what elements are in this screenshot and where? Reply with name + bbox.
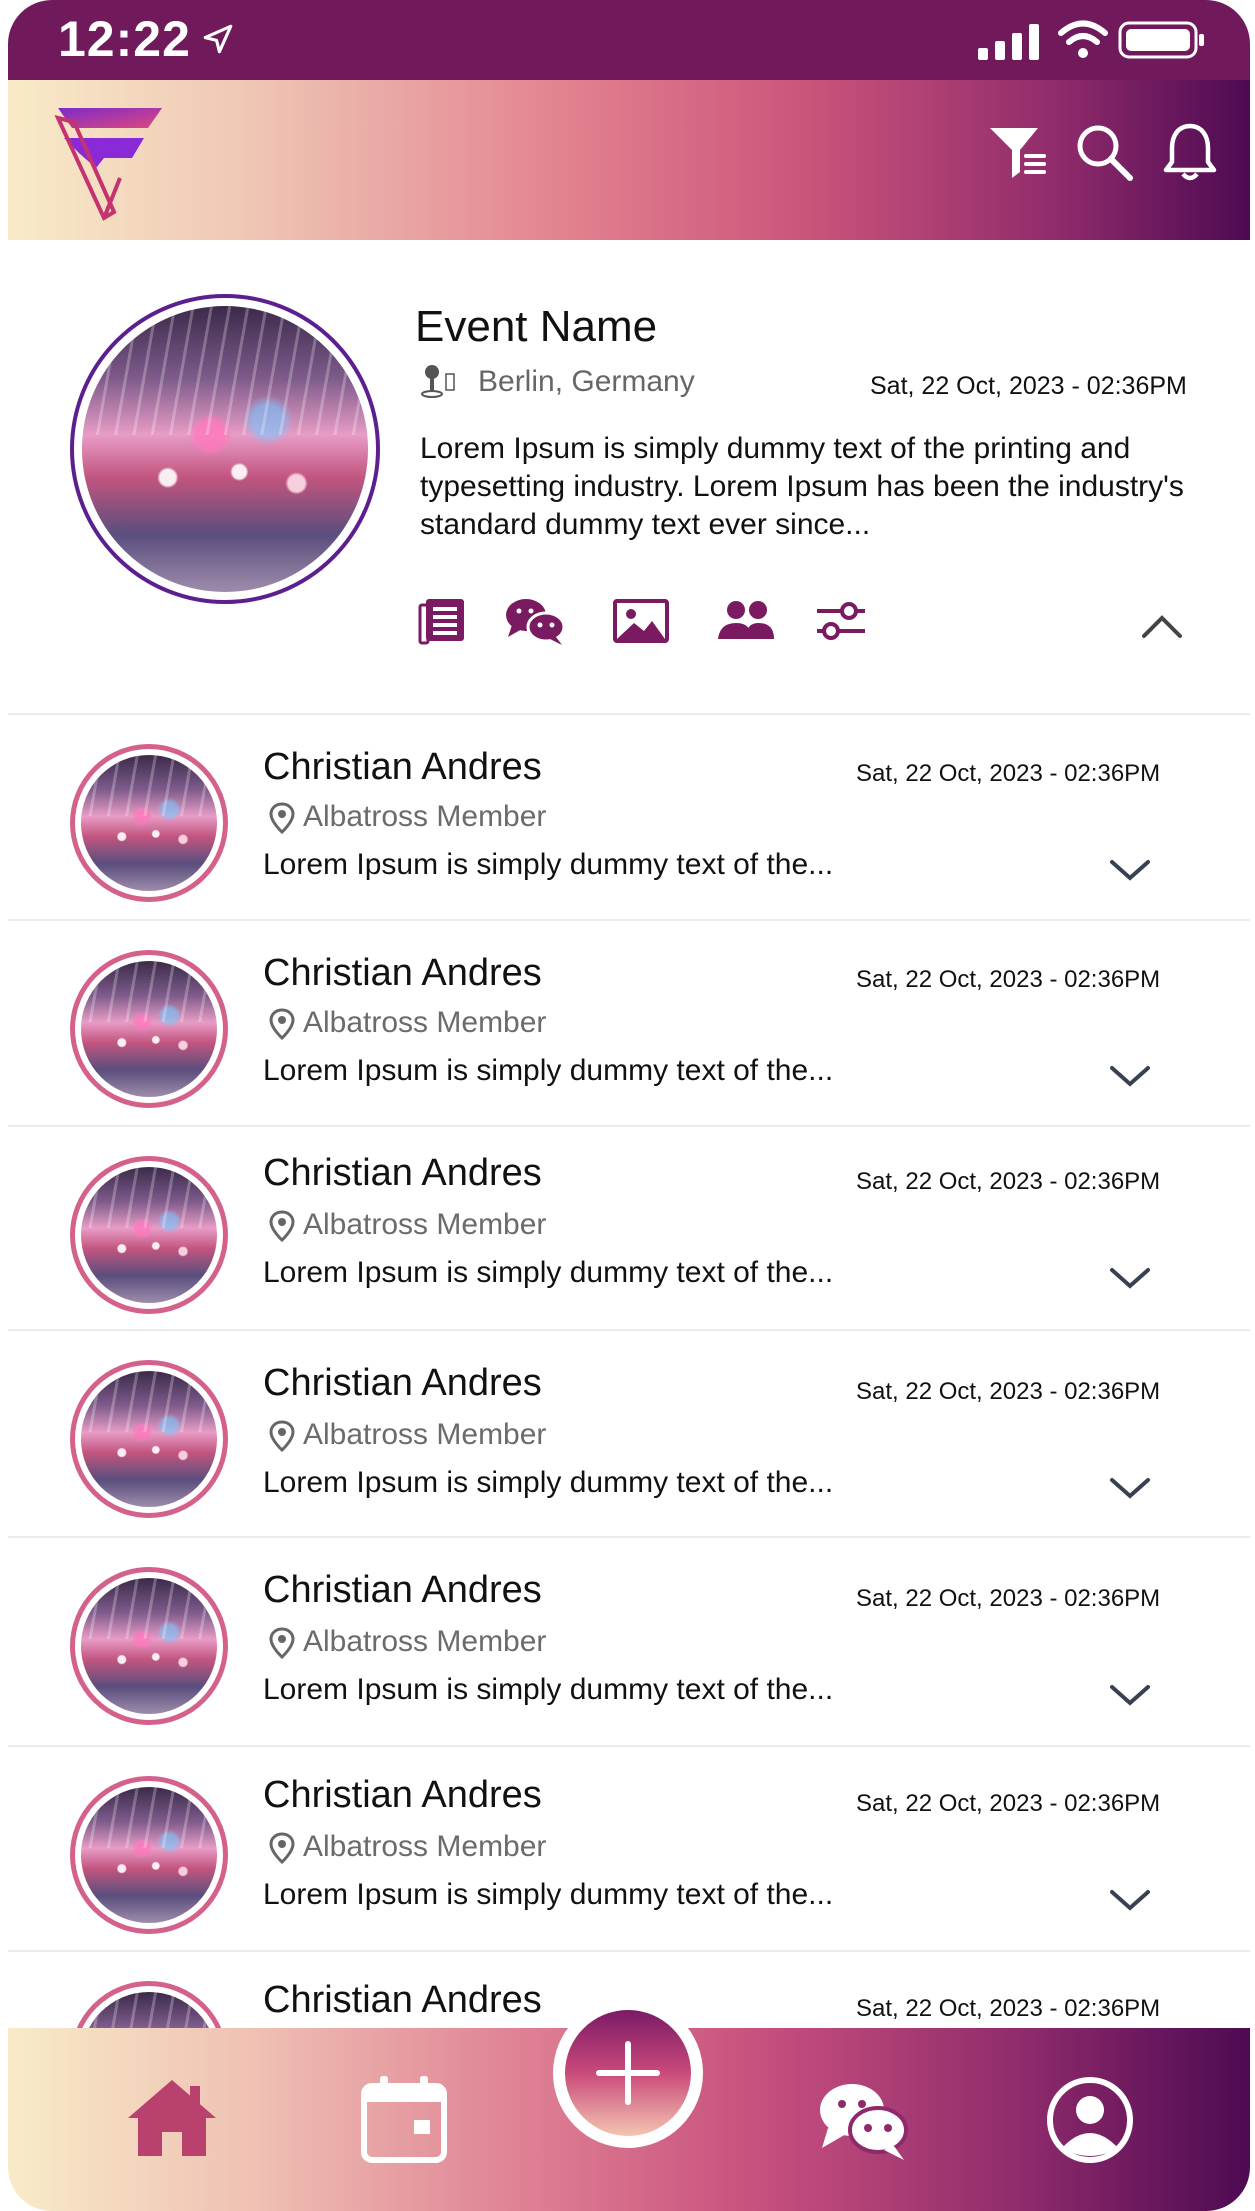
avatar: [70, 950, 228, 1108]
member-date: Sat, 22 Oct, 2023 - 02:36PM: [856, 1585, 1161, 1612]
member-date: Sat, 22 Oct, 2023 - 02:36PM: [856, 760, 1161, 787]
member-date: Sat, 22 Oct, 2023 - 02:36PM: [856, 966, 1161, 993]
map-pin-icon: [269, 1008, 295, 1041]
chevron-up-icon[interactable]: [1138, 608, 1186, 644]
map-pin-icon: [269, 1832, 295, 1865]
event-image[interactable]: [70, 294, 380, 604]
member-message: Lorem Ipsum is simply dummy text of the.…: [263, 848, 834, 881]
map-pin-icon: [269, 1420, 295, 1453]
list-item[interactable]: Christian Andres Sat, 22 Oct, 2023 - 02:…: [8, 1539, 1250, 1745]
event-name: Event Name: [415, 302, 658, 351]
member-name: Christian Andres: [263, 1979, 542, 2021]
member-role: Albatross Member: [303, 1830, 547, 1863]
member-name: Christian Andres: [263, 746, 542, 788]
member-name: Christian Andres: [263, 1569, 542, 1611]
location-arrow-icon: [203, 24, 233, 54]
avatar: [70, 1360, 228, 1518]
member-message: Lorem Ipsum is simply dummy text of the.…: [263, 1878, 834, 1911]
member-message: Lorem Ipsum is simply dummy text of the.…: [263, 1466, 834, 1499]
filter-icon[interactable]: [986, 120, 1050, 184]
avatar: [70, 744, 228, 902]
members-icon[interactable]: [716, 595, 776, 647]
member-name: Christian Andres: [263, 952, 542, 994]
member-name: Christian Andres: [263, 1774, 542, 1816]
list-item[interactable]: Christian Andres Sat, 22 Oct, 2023 - 02:…: [8, 922, 1250, 1128]
gallery-icon[interactable]: [612, 595, 670, 647]
member-role: Albatross Member: [303, 1418, 547, 1451]
settings-sliders-icon[interactable]: [813, 595, 869, 647]
divider: [8, 1950, 1250, 1952]
chevron-down-icon[interactable]: [1108, 854, 1152, 884]
event-date: Sat, 22 Oct, 2023 - 02:36PM: [870, 372, 1187, 400]
status-time: 12:22: [58, 11, 191, 67]
chevron-down-icon[interactable]: [1108, 1884, 1152, 1914]
member-date: Sat, 22 Oct, 2023 - 02:36PM: [856, 1168, 1161, 1195]
map-pin-icon: [269, 1627, 295, 1660]
list-item[interactable]: Christian Andres Sat, 22 Oct, 2023 - 02:…: [8, 1332, 1250, 1538]
list-item[interactable]: Christian Andres Sat, 22 Oct, 2023 - 02:…: [8, 1748, 1250, 1954]
phone-screen: 12:22 Event Name Berlin, Germany Sat, 22…: [8, 0, 1250, 2211]
home-icon[interactable]: [124, 2072, 220, 2168]
divider: [8, 1536, 1250, 1538]
event-description: Lorem Ipsum is simply dummy text of the …: [420, 432, 1184, 541]
member-date: Sat, 22 Oct, 2023 - 02:36PM: [856, 1790, 1161, 1817]
status-bar: 12:22: [8, 0, 1250, 80]
member-message: Lorem Ipsum is simply dummy text of the.…: [263, 1673, 834, 1706]
divider: [8, 1329, 1250, 1331]
avatar: [70, 1776, 228, 1934]
divider: [8, 713, 1250, 715]
add-button[interactable]: [553, 1998, 703, 2148]
chevron-down-icon[interactable]: [1108, 1679, 1152, 1709]
calendar-icon[interactable]: [356, 2072, 452, 2168]
bell-icon[interactable]: [1158, 120, 1222, 184]
battery-icon: [1118, 21, 1204, 59]
member-message: Lorem Ipsum is simply dummy text of the.…: [263, 1256, 834, 1289]
divider: [8, 1745, 1250, 1747]
member-role: Albatross Member: [303, 1006, 547, 1039]
plus-icon: [596, 2041, 660, 2105]
member-date: Sat, 22 Oct, 2023 - 02:36PM: [856, 1995, 1161, 2022]
event-location: Berlin, Germany: [478, 365, 695, 398]
list-item[interactable]: Christian Andres Sat, 22 Oct, 2023 - 02:…: [8, 716, 1250, 922]
app-logo[interactable]: [44, 94, 174, 224]
avatar: [70, 1567, 228, 1725]
chat-tab-icon[interactable]: [816, 2072, 912, 2168]
member-role: Albatross Member: [303, 1625, 547, 1658]
chevron-down-icon[interactable]: [1108, 1262, 1152, 1292]
divider: [8, 1125, 1250, 1127]
chevron-down-icon[interactable]: [1108, 1060, 1152, 1090]
member-name: Christian Andres: [263, 1152, 542, 1194]
profile-icon[interactable]: [1042, 2072, 1138, 2168]
avatar: [70, 1156, 228, 1314]
chat-icon[interactable]: [504, 595, 566, 647]
member-role: Albatross Member: [303, 800, 547, 833]
divider: [8, 919, 1250, 921]
app-header: [8, 80, 1250, 240]
member-name: Christian Andres: [263, 1362, 542, 1404]
member-role: Albatross Member: [303, 1208, 547, 1241]
search-icon[interactable]: [1072, 120, 1136, 184]
chevron-down-icon[interactable]: [1108, 1472, 1152, 1502]
location-pin-icon: [421, 365, 455, 398]
member-date: Sat, 22 Oct, 2023 - 02:36PM: [856, 1378, 1161, 1405]
signal-icon: [978, 24, 1039, 60]
list-item[interactable]: Christian Andres Sat, 22 Oct, 2023 - 02:…: [8, 1128, 1250, 1334]
map-pin-icon: [269, 802, 295, 835]
member-message: Lorem Ipsum is simply dummy text of the.…: [263, 1054, 834, 1087]
map-pin-icon: [269, 1210, 295, 1243]
news-icon[interactable]: [416, 595, 472, 647]
wifi-icon: [1058, 20, 1108, 58]
